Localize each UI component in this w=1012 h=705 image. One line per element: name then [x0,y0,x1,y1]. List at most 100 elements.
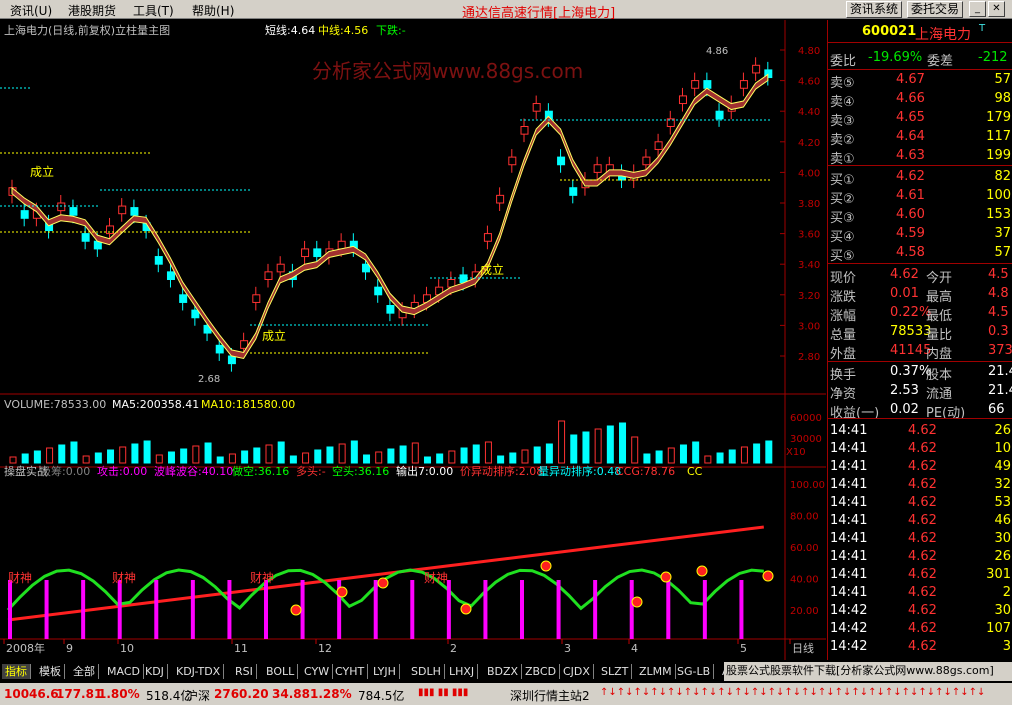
buys-label: 买④ [830,230,855,245]
volume-axis-label: 30000 [790,434,822,445]
tab-rsi[interactable]: RSI [232,664,257,679]
tab-bdzx[interactable]: BDZX [484,664,523,679]
price-axis-label: 3.20 [798,291,820,302]
tab-sdlh[interactable]: SDLH [408,664,445,679]
tab-zlmm[interactable]: ZLMM [636,664,676,679]
tick-volume: 30 [994,603,1011,618]
volume-bar [387,448,395,464]
tab-slzt[interactable]: SLZT [598,664,633,679]
menu-help[interactable]: 帮助(H) [192,2,234,19]
tab-指标[interactable]: 指标 [2,664,31,679]
menu-hk-futures[interactable]: 港股期货 [68,2,116,19]
volume-bar [582,431,590,464]
quote-value: 0.01 [890,286,919,301]
tick-price: 4.62 [908,423,937,438]
quote-label: 净资 [830,387,857,402]
volume-bar [497,455,505,464]
volume-bar [33,450,41,464]
tab-kdj-tdx[interactable]: KDJ-TDX [173,664,225,679]
volume-bar [399,445,407,464]
ma-short-label: 短线:4.64 [265,23,315,37]
trade-button[interactable]: 委托交易 [907,1,964,18]
volume-bar [643,453,651,464]
volume-bar [9,456,17,464]
volume-bar [204,442,212,464]
tab-cyw[interactable]: CYW [301,664,334,679]
candle [215,344,224,354]
sells-volume: 57 [994,72,1011,87]
volume-bar [350,440,358,464]
minimize-icon[interactable]: _ [969,1,986,17]
indicator-value: 价异动排序:2.08 [460,464,543,478]
tab-cjdx[interactable]: CJDX [560,664,594,679]
tab-cyht[interactable]: CYHT [332,664,369,679]
buys-row: 买② 4.61 100 [828,187,1012,207]
menu-tools[interactable]: 工具(T) [133,2,174,19]
tick-row: 14:41 4.62 30 [828,530,1012,549]
volume-bar [131,443,139,464]
volume-bar [704,455,712,464]
quote-value: 4.5 [988,305,1009,320]
tab-lhxj[interactable]: LHXJ [446,664,479,679]
tab-sg-lb[interactable]: SG-LB [674,664,715,679]
tab-kdj[interactable]: KDJ [142,664,168,679]
news-system-button[interactable]: 资讯系统 [846,1,903,18]
close-icon[interactable]: ✕ [988,1,1005,17]
volume-axis-label: X10 [786,447,806,458]
indicator-bar [373,580,378,639]
quote-value: 21.4 [988,383,1012,398]
indicator-bar [190,580,195,639]
buys-label: 买② [830,192,855,207]
price-axis-label: 2.80 [798,352,820,363]
tick-row: 14:41 4.62 53 [828,494,1012,513]
volume-bar [228,453,236,464]
volume-bar [143,440,151,464]
chart-area[interactable]: 上海电力(日线,前复权)立柱量主图 短线:4.64 中线:4.56 下跌:- 分… [0,20,826,660]
candle [496,194,505,204]
sells-row: 卖⑤ 4.67 57 [828,71,1012,91]
tab-zbcd[interactable]: ZBCD [522,664,561,679]
menu-news[interactable]: 资讯(U) [10,2,52,19]
tick-price: 4.62 [908,639,937,654]
indicator-bar [629,580,634,639]
tick-volume: 301 [986,567,1011,582]
quote-label: 总量 [830,328,857,343]
indicator-bar [44,580,49,639]
ad-banner[interactable]: 股票公式股票软件下载[分析家公式网www.88gs.com] [724,662,1012,681]
buys-row: 买③ 4.60 153 [828,206,1012,226]
quote-label: 最高 [926,290,953,305]
date-axis-label: 2 [450,642,457,655]
volume-bar [740,446,748,464]
volume-bar [216,456,224,464]
tick-time: 14:41 [830,531,868,546]
app-title: 通达信高速行情[上海电力] [462,6,616,21]
tick-price: 4.62 [908,603,937,618]
tick-row: 14:42 4.62 107 [828,620,1012,639]
sells-price: 4.65 [896,110,925,125]
signal-label: 成立 [30,164,54,179]
indicator-bar [410,580,415,639]
price-axis: 4.80 4.60 4.40 4.20 4.00 3.80 3.60 3.40 3.20 3.00… [780,46,820,363]
tab-boll[interactable]: BOLL [263,664,299,679]
tick-price: 4.62 [908,495,937,510]
volume-bar [46,447,54,464]
date-axis-label: 2008年 [6,641,45,655]
date-axis: 2008年 9 10 11 12 2 3 4 5 日线 [3,639,814,655]
volume-bar [484,441,492,464]
tick-time: 14:41 [830,513,868,528]
sz-change: 34.88 [272,687,310,701]
tick-price: 4.62 [908,549,937,564]
buys-row: 买⑤ 4.58 57 [828,244,1012,264]
sh-change: 177.81 [56,687,103,701]
volume-bar [265,444,273,464]
indicator-bar [739,580,744,639]
tick-volume: 46 [994,513,1011,528]
price-axis-label: 4.20 [798,138,820,149]
candle [654,141,663,150]
tab-lyjh[interactable]: LYJH [370,664,400,679]
tab-全部[interactable]: 全部 [70,664,99,679]
indicator-dot [631,596,643,608]
volume-bar [545,443,553,464]
tab-macd[interactable]: MACD [104,664,144,679]
tab-模板[interactable]: 模板 [36,664,65,679]
